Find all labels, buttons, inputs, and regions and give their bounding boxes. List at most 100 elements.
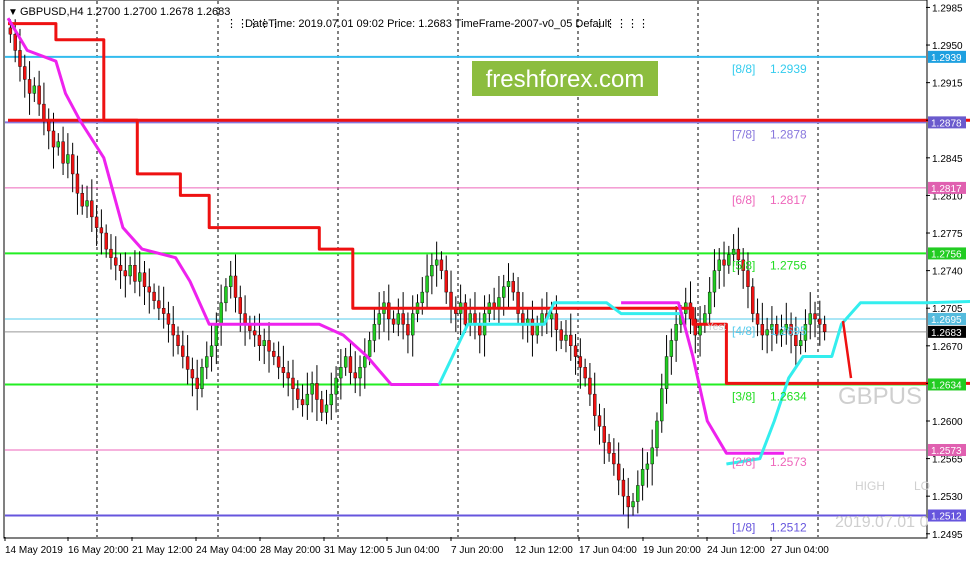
murrey-level-label: [6/8] [732,193,755,207]
candle-body [401,313,405,325]
candle-body [511,281,515,293]
murrey-level-label: [8/8] [732,62,755,76]
murrey-level-value: 1.2634 [770,389,807,403]
candle-body [195,377,199,389]
murrey-level-label: [7/8] [732,127,755,141]
candle-body [425,275,429,293]
candle-body [224,286,228,304]
candle-body [506,281,511,287]
candle-body [411,313,415,336]
candle-body [664,356,669,389]
candle-body [315,383,319,400]
candle-body [190,369,195,379]
candle-body [171,324,175,336]
candle-body [27,79,32,94]
candle-body [214,324,219,347]
price-badge-label: 1.2634 [931,380,962,391]
candle-body [152,291,156,301]
candle-body [300,399,305,406]
candle-body [391,318,396,325]
candle-body [114,257,118,266]
price-badge-label: 1.2878 [931,118,962,129]
time-tick-label: 27 Jun 04:00 [771,545,829,556]
candle-body [181,345,185,357]
candle-body [669,340,674,357]
candle-body [85,200,89,207]
price-chart[interactable]: [8/8] 1.2939 [7/8] 1.2878 [6/8] 1.2817 [5/8] 1.… [0,0,970,562]
candle-body [655,420,659,449]
symbol-info: GBPUSD,H4 1.2700 1.2700 1.2678 1.2683 [20,6,230,18]
candle-body [272,350,276,357]
candle-body [463,302,468,325]
price-badge-label: 1.2817 [931,184,962,195]
candle-body [569,334,573,347]
candle-body [61,141,65,164]
candle-body [717,259,721,271]
watermark-high: HIGH [855,479,885,493]
murrey-level-label: [5/8] [732,258,755,272]
candle-body [631,501,635,508]
candle-body [75,173,80,194]
candle-body [267,340,271,352]
candle-body [502,286,506,298]
candle-body [185,356,190,370]
price-badge-label: 1.2756 [931,249,962,260]
candle-body [47,120,51,132]
candle-body [712,270,717,293]
time-tick-label: 17 Jun 04:00 [579,545,637,556]
candle-body [262,340,266,347]
candle-body [205,356,209,368]
candle-body [640,469,645,486]
candle-body [296,388,300,400]
candle-body [497,297,501,309]
candle-body [291,377,295,389]
candle-body [166,313,171,325]
candle-body [808,313,812,325]
time-tick-label: 12 Jun 12:00 [515,545,573,556]
candle-body [636,485,640,502]
candle-body [13,34,17,51]
candle-body [109,248,113,258]
dropdown-triangle-icon[interactable]: ▼ [8,7,18,18]
candle-body [377,313,381,325]
candle-body [660,388,664,422]
candle-body [128,265,132,277]
watermark-symbol: GBPUS [838,383,922,410]
candle-body [104,232,108,250]
candle-body [23,66,27,80]
price-badge-label: 1.2939 [931,53,962,64]
candle-body [209,345,214,357]
candle-body [138,272,142,282]
watermark-low: LO [914,479,930,493]
candle-body [233,275,238,298]
price-tick-label: 1.2845 [932,154,963,165]
candle-body [8,27,13,35]
candle-body [329,393,333,406]
price-tick-label: 1.2775 [932,229,963,240]
candle-body [339,367,343,379]
price-tick-label: 1.2985 [932,3,963,14]
candle-body [176,334,180,347]
price-tick-label: 1.2915 [932,79,963,90]
candle-body [42,103,46,121]
candle-body [727,254,731,266]
price-tick-label: 1.2600 [932,417,963,428]
time-tick-label: 14 May 2019 [5,545,63,556]
murrey-level-label: [3/8] [732,389,755,403]
candle-body [257,334,262,347]
time-tick-label: 31 May 12:00 [324,545,385,556]
price-tick-label: 1.2740 [932,267,963,278]
murrey-level-label: [2/8] [732,455,755,469]
time-tick-label: 5 Jun 04:00 [387,545,440,556]
price-badge-label: 1.2512 [931,512,962,523]
price-badge-label: 1.2573 [931,446,962,457]
time-tick-label: 19 Jun 20:00 [643,545,701,556]
candle-body [616,463,621,481]
murrey-level-label: [1/8] [732,521,755,535]
candle-body [751,286,755,314]
candle-body [387,302,391,320]
price-axis[interactable]: 1.29851.29501.29151.28801.28451.28101.27… [926,3,963,541]
candle-body [468,313,472,325]
candle-body [56,141,60,148]
candle-body [37,85,41,105]
